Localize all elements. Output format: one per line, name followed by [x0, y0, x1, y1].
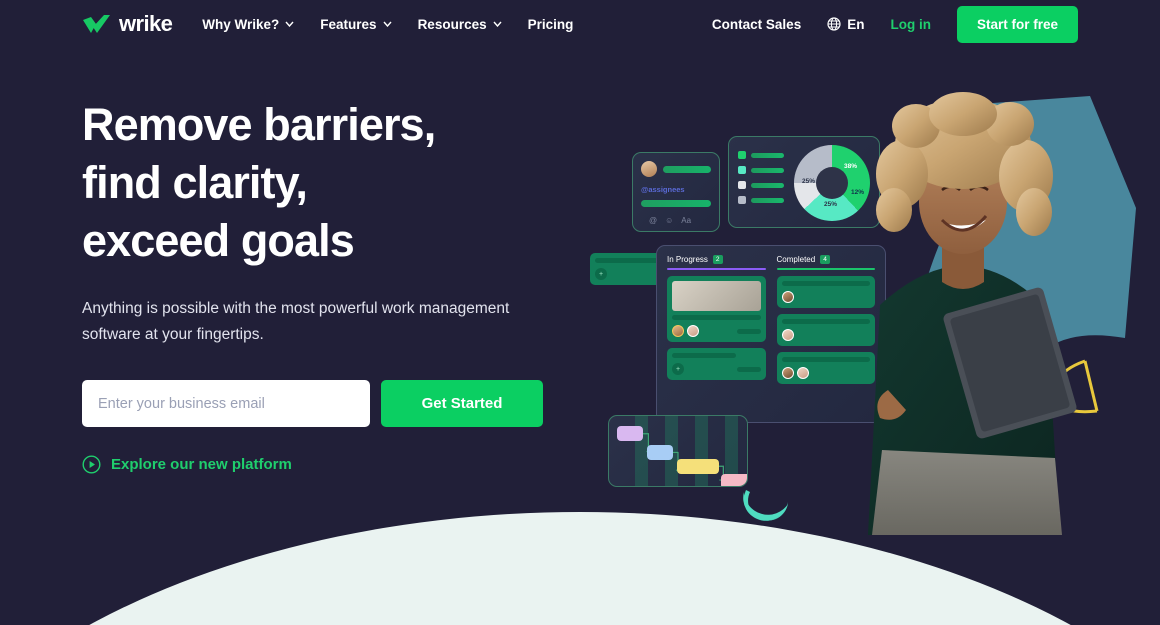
column-title: In Progress	[667, 255, 708, 264]
mention-icon[interactable]: @	[649, 216, 657, 225]
legend-item	[738, 181, 784, 189]
nav-label: Why Wrike?	[202, 17, 279, 32]
wrike-wordmark: wrike	[119, 11, 172, 37]
top-navigation-bar: wrike Why Wrike? Features Resources Pric…	[0, 0, 1160, 48]
hero-illustration: @assignees  @ ☺ Aa	[590, 60, 1160, 530]
hero-section: @assignees  @ ☺ Aa	[0, 0, 1160, 625]
task-meta-bar	[737, 329, 761, 334]
avatar	[687, 325, 699, 337]
gantt-bar-2[interactable]	[647, 445, 673, 460]
avatar	[641, 161, 657, 177]
nav-item-why-wrike[interactable]: Why Wrike?	[202, 17, 294, 32]
task-meta-bar	[737, 367, 761, 372]
assignee-row	[641, 161, 711, 177]
gantt-timeline-card	[608, 415, 748, 487]
contact-sales-link[interactable]: Contact Sales	[712, 17, 801, 32]
business-email-input[interactable]	[82, 380, 370, 427]
login-link[interactable]: Log in	[890, 17, 931, 32]
kanban-task-card[interactable]: +	[667, 348, 766, 380]
text-format-icon[interactable]: Aa	[681, 216, 691, 225]
legend-swatch	[738, 196, 746, 204]
legend-item	[738, 196, 784, 204]
language-label: En	[847, 17, 864, 32]
add-assignee-icon[interactable]: +	[595, 268, 607, 280]
avatar	[782, 329, 794, 341]
task-title-bar	[672, 315, 761, 320]
donut-label-4: 25%	[824, 201, 837, 208]
gantt-bar-3[interactable]	[677, 459, 719, 474]
legend-bar	[751, 198, 784, 203]
assignees-card: @assignees  @ ☺ Aa	[632, 152, 720, 232]
legend-bar	[751, 153, 784, 158]
add-assignee-icon[interactable]: +	[672, 363, 684, 375]
avatar	[797, 367, 809, 379]
avatar	[782, 291, 794, 303]
legend-swatch	[738, 151, 746, 159]
chevron-down-icon	[383, 21, 392, 27]
wrike-logo[interactable]: wrike	[82, 11, 172, 37]
play-circle-icon	[82, 455, 101, 474]
nav-item-pricing[interactable]: Pricing	[528, 17, 574, 32]
column-title: Completed	[777, 255, 816, 264]
hero-subheading: Anything is possible with the most power…	[82, 296, 552, 348]
hero-person-photo	[850, 90, 1080, 535]
page-title: Remove barriers, find clarity, exceed go…	[82, 96, 582, 270]
legend-bar	[751, 183, 784, 188]
task-title-bar	[672, 353, 736, 358]
legend-swatch	[738, 181, 746, 189]
signup-form: Get Started	[82, 380, 582, 427]
column-count-badge: 2	[713, 255, 723, 264]
globe-icon	[827, 17, 841, 31]
nav-item-features[interactable]: Features	[320, 17, 391, 32]
explore-platform-label: Explore our new platform	[111, 456, 292, 473]
get-started-button[interactable]: Get Started	[381, 380, 543, 427]
placeholder-bar	[663, 166, 711, 173]
primary-nav-links: Why Wrike? Features Resources Pricing	[202, 17, 573, 32]
headline-line-1: Remove barriers,	[82, 99, 435, 150]
placeholder-bar	[641, 200, 711, 207]
avatar	[672, 325, 684, 337]
legend-swatch	[738, 166, 746, 174]
kanban-task-card[interactable]	[667, 276, 766, 342]
aqua-crescent-shape	[740, 480, 792, 528]
donut-label-2: 25%	[802, 178, 815, 185]
legend-bar	[751, 168, 784, 173]
nav-label: Resources	[418, 17, 487, 32]
chevron-down-icon	[285, 21, 294, 27]
nav-label: Features	[320, 17, 376, 32]
assignees-mention-tag: @assignees	[641, 185, 711, 194]
column-rule	[667, 268, 766, 270]
explore-platform-link[interactable]: Explore our new platform	[82, 455, 582, 474]
chart-legend	[738, 147, 784, 217]
chevron-down-icon	[493, 21, 502, 27]
secondary-nav: Contact Sales En Log in Start for free	[712, 6, 1078, 43]
composer-toolbar:  @ ☺ Aa	[641, 216, 711, 225]
column-count-badge: 4	[820, 255, 830, 264]
legend-item	[738, 151, 784, 159]
gantt-bar-1[interactable]	[617, 426, 643, 441]
avatar	[782, 367, 794, 379]
wrike-check-icon	[82, 14, 112, 34]
nav-label: Pricing	[528, 17, 574, 32]
headline-line-2: find clarity,	[82, 157, 307, 208]
emoji-icon[interactable]: ☺	[665, 216, 673, 225]
kanban-column-in-progress: In Progress 2 +	[667, 255, 766, 384]
task-thumbnail	[672, 281, 761, 311]
language-selector[interactable]: En	[827, 17, 864, 32]
headline-line-3: exceed goals	[82, 215, 354, 266]
start-for-free-button[interactable]: Start for free	[957, 6, 1078, 43]
hero-copy-block: Remove barriers, find clarity, exceed go…	[82, 96, 582, 474]
nav-item-resources[interactable]: Resources	[418, 17, 502, 32]
legend-item	[738, 166, 784, 174]
